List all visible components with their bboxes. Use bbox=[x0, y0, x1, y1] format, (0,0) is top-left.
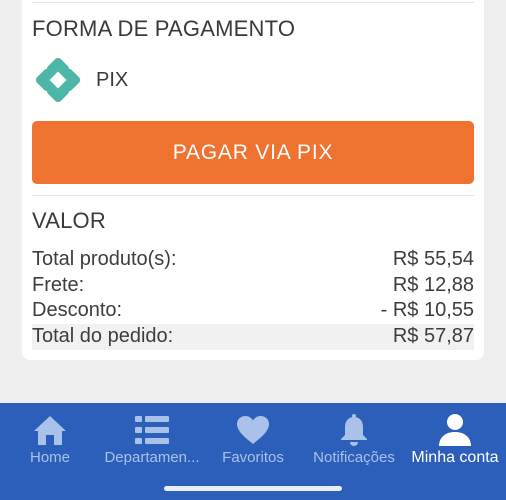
heart-icon bbox=[236, 413, 270, 447]
value-section-title: VALOR bbox=[32, 208, 106, 233]
nav-item-departments[interactable]: Departamen... bbox=[98, 403, 206, 479]
nav-item-notifications[interactable]: Notificações bbox=[308, 403, 400, 479]
home-indicator[interactable] bbox=[164, 486, 342, 491]
payment-card: FORMA DE PAGAMENTO PIX PAGAR VIA PIX VAL… bbox=[22, 0, 484, 360]
summary-label: Total do pedido: bbox=[32, 325, 174, 347]
divider bbox=[32, 195, 474, 196]
summary-value: R$ 55,54 bbox=[392, 248, 474, 271]
summary-value: - R$ 10,55 bbox=[380, 299, 474, 322]
divider bbox=[32, 2, 474, 3]
nav-item-my-account[interactable]: Minha conta bbox=[410, 403, 500, 479]
bell-icon bbox=[340, 413, 368, 447]
summary-value: R$ 12,88 bbox=[392, 273, 474, 296]
summary-label: Frete: bbox=[32, 273, 85, 296]
summary-row-shipping: Frete: R$ 12,88 bbox=[32, 273, 474, 299]
nav-label: Notificações bbox=[313, 449, 395, 466]
summary-label: Total produto(s): bbox=[32, 248, 177, 271]
home-icon bbox=[33, 413, 67, 447]
payment-method-label: PIX bbox=[96, 68, 129, 91]
summary-row-discount: Desconto: - R$ 10,55 bbox=[32, 298, 474, 324]
pix-icon bbox=[36, 58, 80, 102]
order-summary: Total produto(s): R$ 55,54 Frete: R$ 12,… bbox=[32, 247, 474, 350]
summary-row-products: Total produto(s): R$ 55,54 bbox=[32, 247, 474, 273]
user-icon bbox=[438, 413, 472, 447]
nav-label: Departamen... bbox=[104, 449, 200, 466]
pay-via-pix-button[interactable]: PAGAR VIA PIX bbox=[32, 121, 474, 184]
payment-section-title: FORMA DE PAGAMENTO bbox=[32, 16, 296, 41]
summary-row-order-total: Total do pedido: R$ 57,87 bbox=[32, 323, 474, 350]
nav-label: Favoritos bbox=[222, 449, 284, 466]
nav-label: Minha conta bbox=[411, 449, 499, 466]
checkout-screen: FORMA DE PAGAMENTO PIX PAGAR VIA PIX VAL… bbox=[0, 0, 506, 500]
nav-label: Home bbox=[29, 449, 70, 466]
list-icon bbox=[135, 413, 169, 447]
summary-value: R$ 57,87 bbox=[392, 325, 474, 347]
nav-item-home[interactable]: Home bbox=[18, 403, 82, 479]
summary-label: Desconto: bbox=[32, 299, 123, 322]
payment-method-pix[interactable]: PIX bbox=[36, 56, 128, 104]
nav-item-favorites[interactable]: Favoritos bbox=[216, 403, 290, 479]
